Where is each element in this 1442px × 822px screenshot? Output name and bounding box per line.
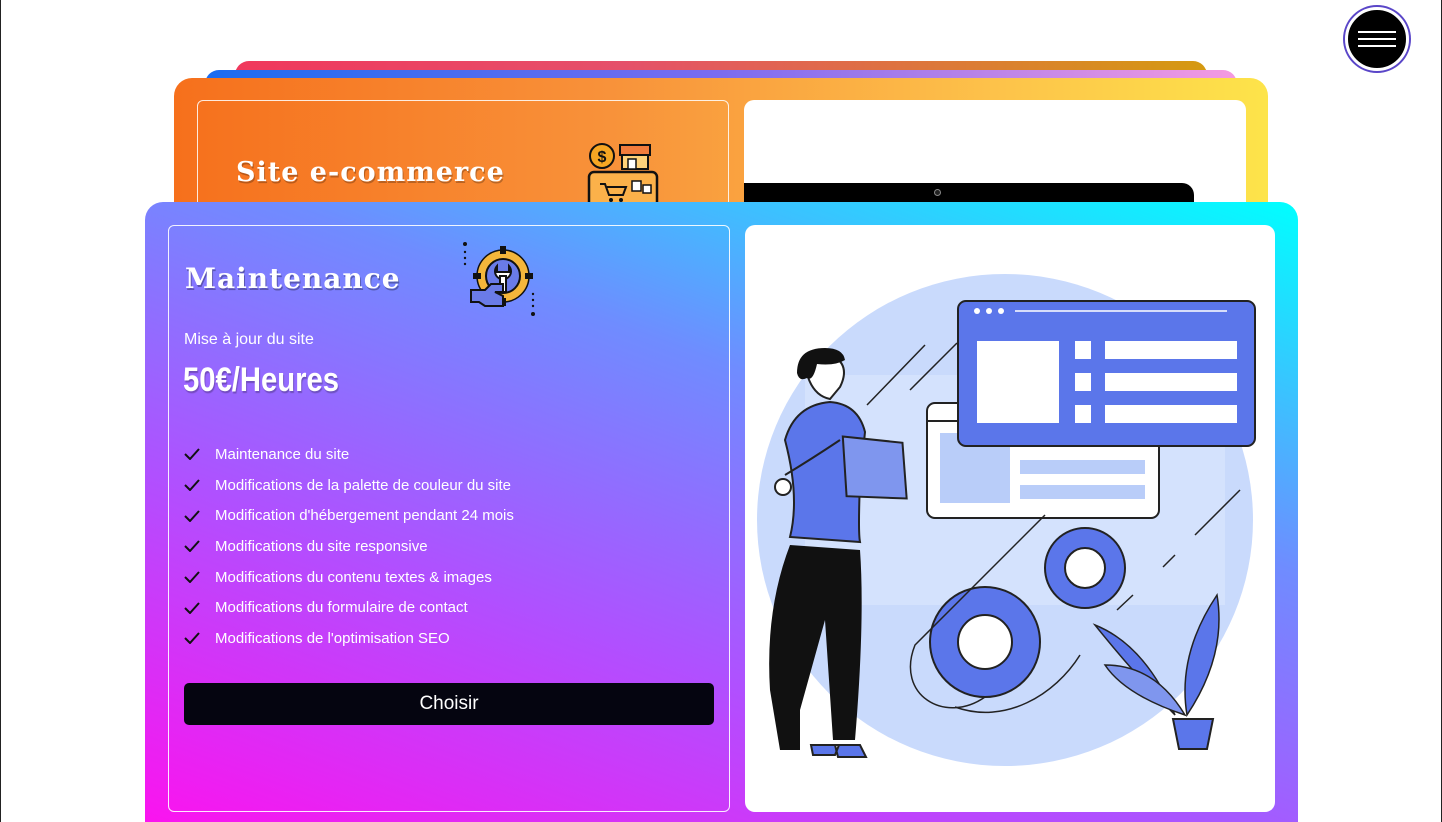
feature-label: Modifications de l'optimisation SEO xyxy=(215,629,450,647)
check-icon xyxy=(184,479,200,492)
maintenance-price: 50€/Heures xyxy=(183,361,340,399)
ecommerce-card-title: Site e-commerce xyxy=(236,157,505,188)
feature-label: Modifications du formulaire de contact xyxy=(215,599,468,617)
maintenance-card-title: Maintenance xyxy=(185,262,401,295)
feature-item: Modifications de l'optimisation SEO xyxy=(184,623,514,654)
pricing-card-maintenance[interactable]: Maintenance Mise à jour du site 50€/Heur… xyxy=(145,202,1298,822)
check-icon xyxy=(184,540,200,553)
tablet-camera xyxy=(934,189,941,196)
menu-line xyxy=(1358,38,1396,40)
maintenance-illustration xyxy=(745,225,1275,812)
check-icon xyxy=(184,571,200,584)
svg-text:$: $ xyxy=(598,149,607,166)
check-icon xyxy=(184,602,200,614)
hamburger-menu-icon[interactable] xyxy=(1345,7,1409,71)
feature-list: Maintenance du site Modifications de la … xyxy=(184,439,514,654)
feature-label: Maintenance du site xyxy=(215,445,350,463)
feature-label: Modifications du site responsive xyxy=(215,537,428,555)
feature-label: Modifications du contenu textes & images xyxy=(215,568,492,586)
menu-line xyxy=(1358,31,1396,33)
check-icon xyxy=(184,448,200,461)
feature-item: Modifications du contenu textes & images xyxy=(184,562,514,593)
maintenance-subtitle: Mise à jour du site xyxy=(184,331,314,348)
check-icon xyxy=(184,510,200,522)
feature-item: Modifications du site responsive xyxy=(184,531,514,562)
feature-item: Modifications de la palette de couleur d… xyxy=(184,470,514,501)
feature-item: Modifications du formulaire de contact xyxy=(184,592,514,623)
check-icon xyxy=(184,632,200,645)
maintenance-gear-wrench-icon xyxy=(463,242,535,316)
online-shop-icon: $ xyxy=(587,143,659,210)
choose-button[interactable]: Choisir xyxy=(184,683,714,725)
menu-line xyxy=(1358,45,1396,47)
feature-label: Modification d'hébergement pendant 24 mo… xyxy=(215,507,514,525)
maintenance-card-panel: Maintenance Mise à jour du site 50€/Heur… xyxy=(168,225,730,812)
feature-label: Modifications de la palette de couleur d… xyxy=(215,476,512,494)
person-with-tablet-gears-illustration xyxy=(757,274,1256,766)
feature-item: Maintenance du site xyxy=(184,439,514,470)
feature-item: Modification d'hébergement pendant 24 mo… xyxy=(184,500,514,531)
